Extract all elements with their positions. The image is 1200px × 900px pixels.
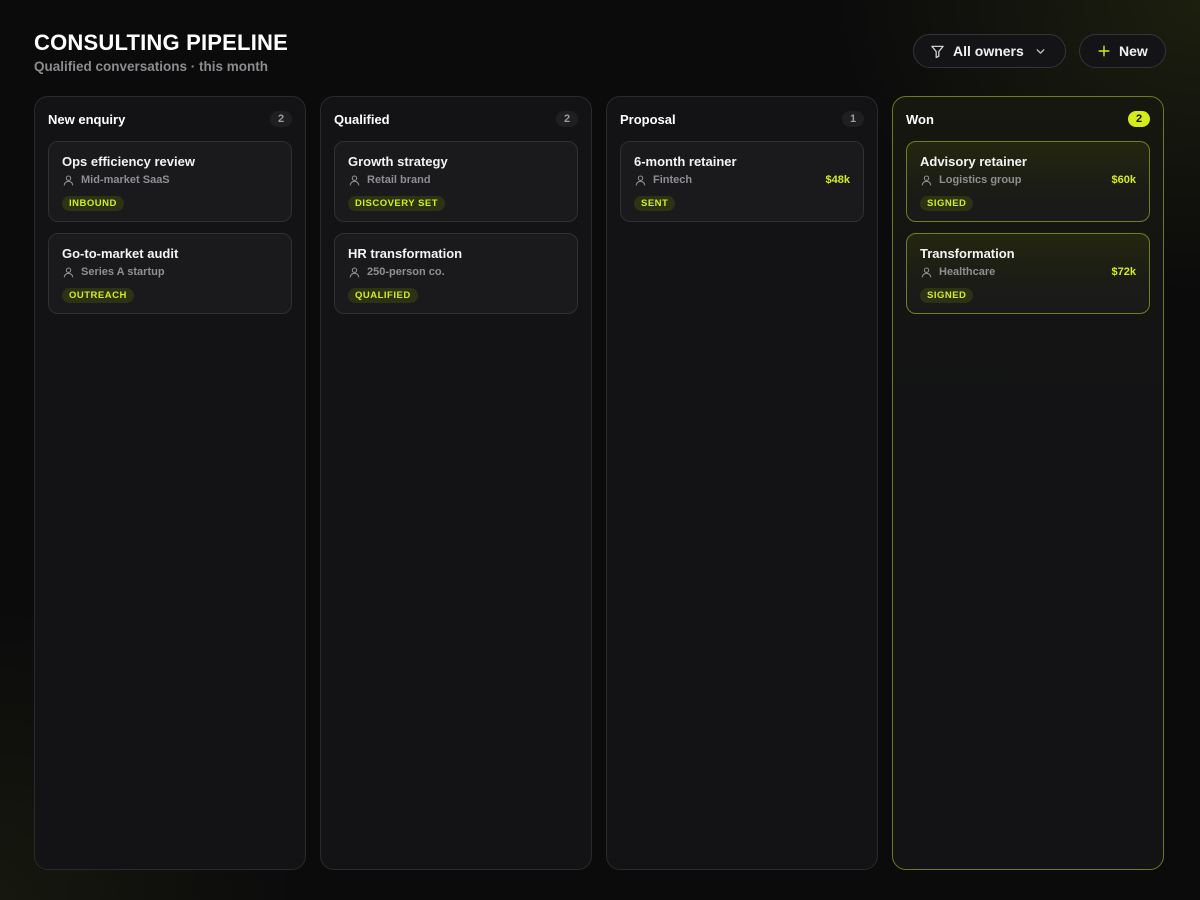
column-proposal: Proposal 1 6-month retainer Fintech $48k… (606, 96, 878, 870)
deal-value: $72k (1111, 266, 1136, 278)
column-header: Won 2 (906, 110, 1150, 128)
deal-title: HR transformation (348, 246, 463, 261)
column-count-badge: 2 (556, 111, 578, 127)
chevron-down-icon (1034, 45, 1047, 58)
deal-title: Ops efficiency review (62, 154, 195, 169)
plus-icon (1097, 44, 1111, 58)
deal-card[interactable]: Transformation Healthcare $72k SIGNED (906, 233, 1150, 314)
deal-card[interactable]: Go-to-market audit Series A startup OUTR… (48, 233, 292, 314)
deal-title: 6-month retainer (634, 154, 737, 169)
deal-status-tag: INBOUND (62, 196, 124, 211)
owner-filter-button[interactable]: All owners (913, 34, 1066, 68)
page-title: CONSULTING PIPELINE (34, 30, 288, 55)
person-icon (348, 266, 361, 279)
new-button-label: New (1119, 43, 1148, 59)
deal-status-tag: OUTREACH (62, 288, 134, 303)
person-icon (62, 266, 75, 279)
deal-status-tag: DISCOVERY SET (348, 196, 446, 211)
deal-title: Go-to-market audit (62, 246, 179, 261)
pipeline-board: New enquiry 2 Ops efficiency review Mid-… (34, 96, 1166, 870)
deal-client: Series A startup (62, 266, 165, 279)
deal-card[interactable]: 6-month retainer Fintech $48k SENT (620, 141, 864, 222)
page-header: CONSULTING PIPELINE Qualified conversati… (34, 30, 288, 75)
deal-card[interactable]: Ops efficiency review Mid-market SaaS IN… (48, 141, 292, 222)
column-title: New enquiry (48, 111, 126, 127)
deal-client-name: 250-person co. (367, 266, 445, 278)
deal-card[interactable]: Growth strategy Retail brand DISCOVERY S… (334, 141, 578, 222)
person-icon (348, 174, 361, 187)
deal-title: Growth strategy (348, 154, 448, 169)
person-icon (920, 266, 933, 279)
deal-status-tag: SIGNED (920, 196, 974, 211)
filter-icon (930, 44, 945, 59)
deal-client-name: Series A startup (81, 266, 165, 278)
page-subtitle: Qualified conversations · this month (34, 59, 269, 74)
deal-client: Mid-market SaaS (62, 174, 170, 187)
deal-status-tag: SENT (634, 196, 676, 211)
column-new-enquiry: New enquiry 2 Ops efficiency review Mid-… (34, 96, 306, 870)
deal-status-tag: SIGNED (920, 288, 974, 303)
person-icon (634, 174, 647, 187)
column-count-badge: 1 (842, 111, 864, 127)
column-title: Qualified (334, 111, 390, 127)
deal-card[interactable]: Advisory retainer Logistics group $60k S… (906, 141, 1150, 222)
column-qualified: Qualified 2 Growth strategy Retail brand… (320, 96, 592, 870)
column-header: New enquiry 2 (48, 110, 292, 128)
column-title: Won (906, 111, 934, 127)
deal-client-name: Mid-market SaaS (81, 174, 170, 186)
deal-meta: Mid-market SaaS (62, 173, 278, 187)
owner-filter-label: All owners (953, 43, 1024, 59)
column-count-badge: 2 (1128, 111, 1150, 127)
deal-client: Fintech (634, 174, 692, 187)
column-title: Proposal (620, 111, 676, 127)
column-header: Qualified 2 (334, 110, 578, 128)
deal-client-name: Logistics group (939, 174, 1022, 186)
column-header: Proposal 1 (620, 110, 864, 128)
deal-client: Logistics group (920, 174, 1022, 187)
deal-meta: Healthcare $72k (920, 265, 1136, 279)
deal-client: 250-person co. (348, 266, 445, 279)
new-button[interactable]: New (1079, 34, 1166, 68)
deal-meta: Series A startup (62, 265, 278, 279)
deal-status-tag: QUALIFIED (348, 288, 418, 303)
deal-client-name: Healthcare (939, 266, 996, 278)
deal-meta: Fintech $48k (634, 173, 850, 187)
deal-client: Healthcare (920, 266, 995, 279)
person-icon (62, 174, 75, 187)
column-won: Won 2 Advisory retainer Logistics group … (892, 96, 1164, 870)
column-count-badge: 2 (270, 111, 292, 127)
deal-card[interactable]: HR transformation 250-person co. QUALIFI… (334, 233, 578, 314)
deal-title: Transformation (920, 246, 1015, 261)
deal-title: Advisory retainer (920, 154, 1027, 169)
deal-client-name: Fintech (653, 174, 693, 186)
deal-value: $60k (1111, 174, 1136, 186)
deal-meta: Retail brand (348, 173, 564, 187)
deal-value: $48k (825, 174, 850, 186)
deal-meta: Logistics group $60k (920, 173, 1136, 187)
deal-meta: 250-person co. (348, 265, 564, 279)
person-icon (920, 174, 933, 187)
toolbar: All owners New (913, 34, 1166, 68)
deal-client: Retail brand (348, 174, 431, 187)
deal-client-name: Retail brand (367, 174, 431, 186)
